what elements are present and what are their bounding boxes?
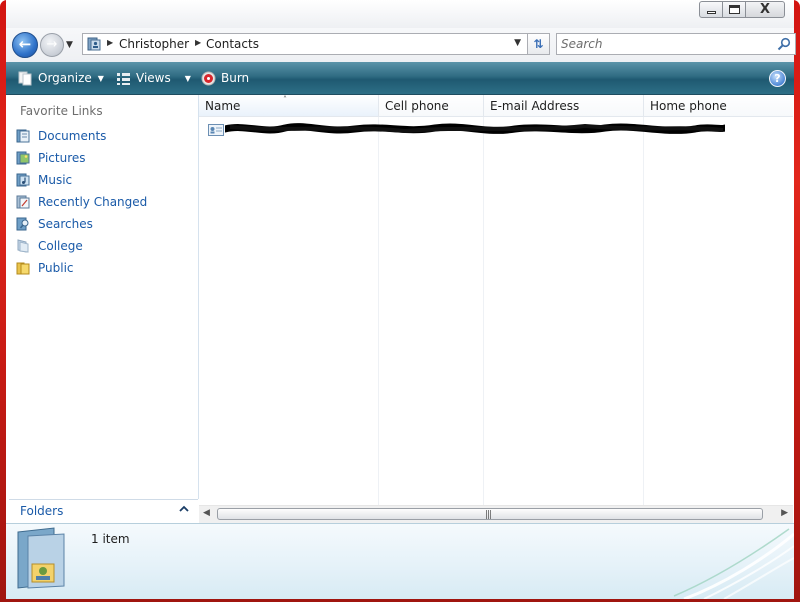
search-input[interactable] xyxy=(561,36,771,52)
organize-icon xyxy=(18,71,32,86)
views-dropdown-icon: ▼ xyxy=(184,73,191,83)
grip-icon: ||| xyxy=(485,510,492,520)
navigation-pane: Favorite Links Documents Pictures Music … xyxy=(9,95,199,499)
favorite-links-heading: Favorite Links xyxy=(20,104,103,118)
back-arrow-icon: ← xyxy=(18,35,32,53)
command-bar: Organize ▼ Views ▼ Burn ? xyxy=(6,62,794,95)
folders-toggle[interactable]: Folders xyxy=(9,499,198,524)
documents-icon xyxy=(16,129,30,142)
folders-label: Folders xyxy=(20,504,64,518)
pictures-icon xyxy=(16,151,30,164)
nav-item-recently-changed[interactable]: Recently Changed xyxy=(16,191,147,213)
refresh-button[interactable]: ⇅ xyxy=(528,33,550,55)
file-list: ˄ Name Cell phone E-mail Address Home ph… xyxy=(199,95,793,505)
public-folder-icon xyxy=(16,262,30,274)
maximize-button[interactable] xyxy=(722,1,746,18)
breadcrumb-separator-icon[interactable]: ▶ xyxy=(107,38,113,47)
window-controls: X xyxy=(699,1,785,18)
scroll-right-icon[interactable]: ▶ xyxy=(781,508,788,518)
college-folder-icon xyxy=(17,238,29,253)
breadcrumb-christopher[interactable]: Christopher xyxy=(119,37,189,51)
minimize-button[interactable] xyxy=(699,1,723,18)
favorite-links-list: Documents Pictures Music Recently Change… xyxy=(16,125,147,279)
contact-card-icon xyxy=(208,124,224,136)
column-header-cell-phone[interactable]: Cell phone xyxy=(379,95,484,117)
table-row[interactable] xyxy=(199,119,793,139)
forward-arrow-icon: → xyxy=(46,37,58,52)
recent-pages-dropdown-icon[interactable]: ▼ xyxy=(66,40,73,50)
forward-button[interactable]: → xyxy=(40,33,64,57)
organize-button[interactable]: Organize ▼ xyxy=(18,62,104,94)
burn-label: Burn xyxy=(221,71,250,85)
music-icon xyxy=(16,173,30,186)
breadcrumb-contacts[interactable]: Contacts xyxy=(206,37,259,51)
refresh-icon: ⇅ xyxy=(533,37,544,51)
item-count-label: 1 item xyxy=(91,532,130,546)
organize-dropdown-icon: ▼ xyxy=(97,73,104,83)
breadcrumb-separator-icon[interactable]: ▶ xyxy=(195,38,201,47)
search-box[interactable] xyxy=(556,33,796,55)
column-divider xyxy=(483,117,484,505)
column-header-name[interactable]: ˄ Name xyxy=(199,95,379,117)
nav-item-music[interactable]: Music xyxy=(16,169,147,191)
help-button[interactable]: ? xyxy=(769,70,786,87)
title-bar[interactable]: X xyxy=(6,0,794,28)
searches-icon xyxy=(16,217,29,230)
sort-ascending-icon: ˄ xyxy=(283,95,287,104)
horizontal-scrollbar[interactable]: ◀ ||| ▶ xyxy=(199,505,793,523)
column-divider xyxy=(378,117,379,505)
search-icon[interactable] xyxy=(777,37,791,51)
nav-item-college[interactable]: College xyxy=(16,235,147,257)
contacts-folder-large-icon xyxy=(17,527,65,589)
help-icon: ? xyxy=(774,72,781,85)
burn-button[interactable]: Burn xyxy=(201,62,249,94)
column-header-email-address[interactable]: E-mail Address xyxy=(484,95,644,117)
column-header-home-phone[interactable]: Home phone xyxy=(644,95,793,117)
views-label: Views xyxy=(136,71,171,85)
navigation-bar: ← → ▼ ▶ Christopher ▶ Contacts ▼ ⇅ xyxy=(6,28,796,62)
close-icon: X xyxy=(760,2,771,17)
address-dropdown-icon[interactable]: ▼ xyxy=(514,38,521,48)
contacts-folder-icon xyxy=(87,37,101,51)
back-button[interactable]: ← xyxy=(12,32,38,58)
address-bar[interactable]: ▶ Christopher ▶ Contacts ▼ xyxy=(82,33,528,55)
close-button[interactable]: X xyxy=(745,1,785,18)
views-button[interactable]: Views ▼ xyxy=(116,62,191,94)
nav-item-pictures[interactable]: Pictures xyxy=(16,147,147,169)
nav-item-searches[interactable]: Searches xyxy=(16,213,147,235)
column-divider xyxy=(643,117,644,505)
minimize-icon xyxy=(707,11,716,14)
organize-label: Organize xyxy=(38,71,92,85)
redaction-scribble xyxy=(225,123,725,134)
nav-item-public[interactable]: Public xyxy=(16,257,147,279)
scroll-left-icon[interactable]: ◀ xyxy=(203,508,210,518)
scrollbar-thumb[interactable]: ||| xyxy=(217,508,763,520)
maximize-icon xyxy=(729,5,740,14)
nav-item-documents[interactable]: Documents xyxy=(16,125,147,147)
decorative-swoosh xyxy=(673,528,794,599)
chevron-up-icon[interactable] xyxy=(178,503,190,515)
views-icon xyxy=(117,73,130,85)
burn-disc-icon xyxy=(201,71,216,86)
details-pane: 1 item xyxy=(6,523,794,599)
recently-changed-icon xyxy=(16,195,30,208)
